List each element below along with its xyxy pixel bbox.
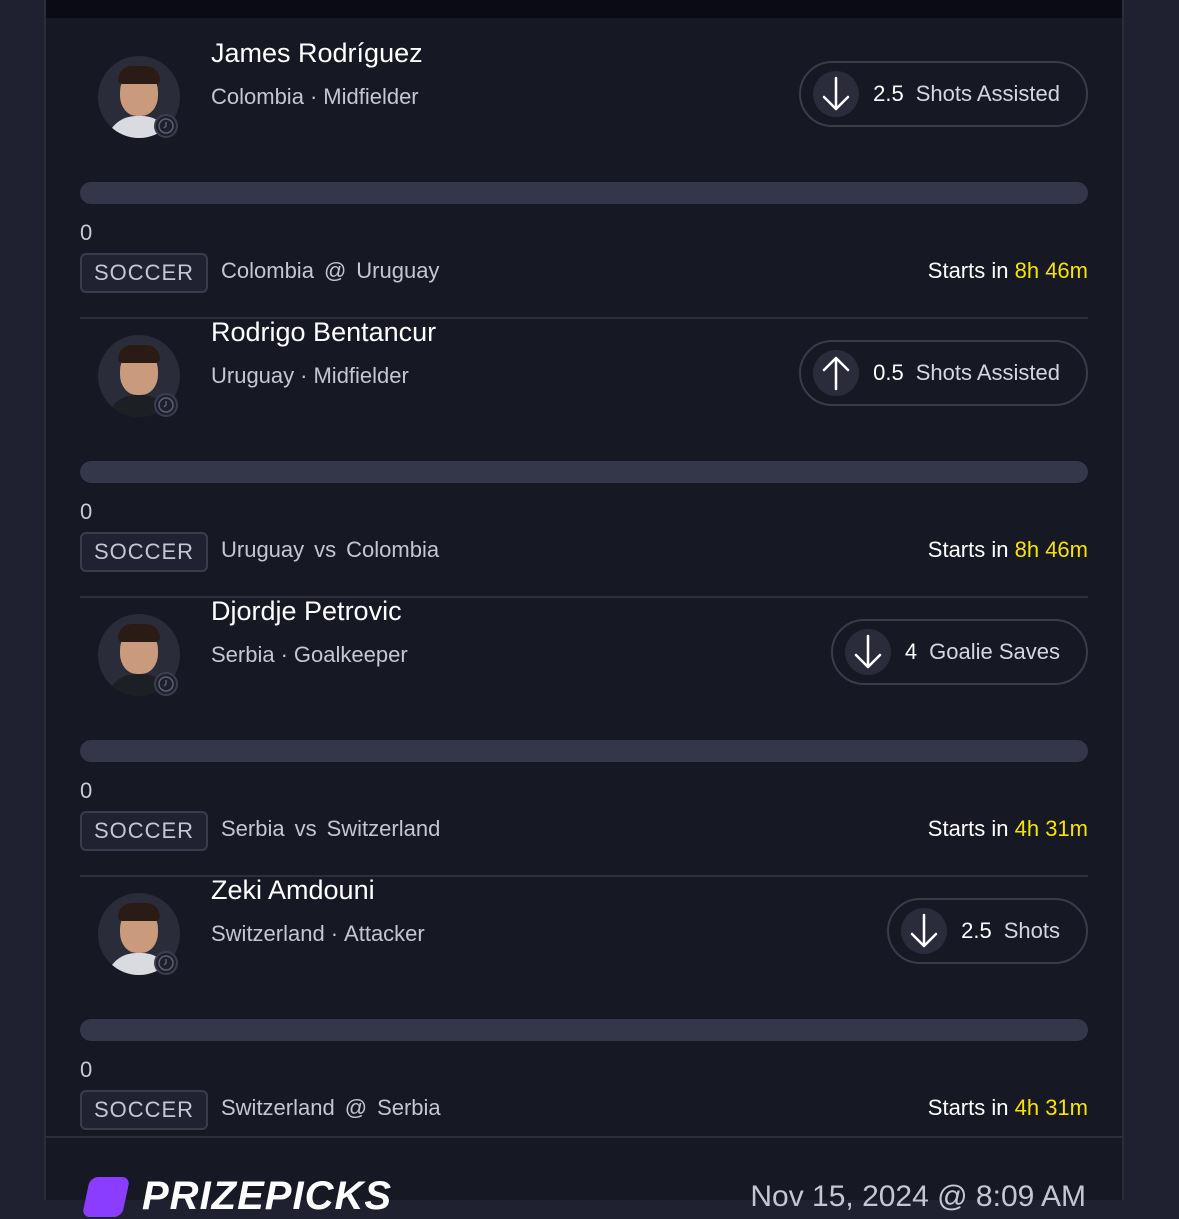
player-position: Midfielder	[323, 84, 419, 109]
projection-pill[interactable]: 4 Goalie Saves	[830, 619, 1088, 685]
progress-bar	[80, 182, 1088, 204]
player-meta: Uruguay · Midfielder	[211, 363, 409, 388]
projection-stat: Shots	[1003, 918, 1060, 943]
league-badge: SOCCER	[80, 253, 208, 293]
footer-divider	[46, 1136, 1122, 1138]
current-score: 0	[80, 220, 93, 245]
starts-label: Starts in	[927, 537, 1009, 562]
matchup-separator: @	[344, 1095, 368, 1120]
start-time: Starts in 8h 46m	[928, 537, 1088, 563]
starts-countdown: 8h 46m	[1014, 258, 1088, 283]
arrow-up-icon	[813, 350, 860, 396]
clock-icon	[154, 114, 178, 138]
player-team: Serbia	[211, 642, 275, 667]
matchup-separator: vs	[294, 816, 317, 841]
player-team: Colombia	[211, 84, 304, 109]
player-position: Midfielder	[313, 363, 409, 388]
timestamp: Nov 15, 2024 @ 8:09 AM	[750, 1180, 1086, 1213]
starts-countdown: 8h 46m	[1014, 537, 1088, 562]
start-time: Starts in 4h 31m	[928, 1095, 1088, 1121]
start-time: Starts in 8h 46m	[928, 258, 1088, 284]
current-score: 0	[80, 499, 93, 524]
matchup-separator: @	[323, 258, 347, 283]
starts-label: Starts in	[927, 1095, 1009, 1120]
starts-label: Starts in	[927, 258, 1009, 283]
matchup: Colombia @ Uruguay	[221, 258, 439, 284]
brand-wordmark: PRIZEPICKS	[142, 1174, 393, 1218]
prizepicks-logo-icon	[81, 1176, 131, 1217]
player-meta: Serbia · Goalkeeper	[211, 642, 408, 667]
progress-bar	[80, 1019, 1088, 1041]
projection-line: 0.5	[873, 360, 904, 385]
projection-line: 2.5	[873, 81, 904, 106]
player-avatar	[98, 56, 180, 138]
matchup: Uruguay vs Colombia	[221, 537, 439, 563]
arrow-down-icon	[844, 629, 891, 675]
starts-label: Starts in	[927, 816, 1009, 841]
projection-pill[interactable]: 2.5 Shots	[887, 898, 1088, 964]
projection-pill[interactable]: 0.5 Shots Assisted	[799, 340, 1088, 406]
away-team: Switzerland	[326, 816, 441, 841]
player-avatar	[98, 335, 180, 417]
progress-bar	[80, 461, 1088, 483]
lineup-panel: James Rodríguez Colombia · Midfielder 2.5 …	[44, 0, 1124, 1218]
starts-countdown: 4h 31m	[1014, 1095, 1088, 1120]
player-name: James Rodríguez	[211, 38, 423, 68]
brand-logo: PRIZEPICKS	[81, 1174, 393, 1219]
arrow-down-icon	[901, 908, 948, 954]
clock-icon	[154, 951, 178, 975]
pick-card[interactable]: Djordje Petrovic Serbia · Goalkeeper 4 Goa…	[80, 576, 1088, 877]
pick-card[interactable]: James Rodríguez Colombia · Midfielder 2.5 …	[80, 18, 1088, 319]
clock-icon	[154, 672, 178, 696]
player-avatar	[98, 614, 180, 696]
league-badge: SOCCER	[80, 532, 208, 572]
away-team: Serbia	[377, 1095, 441, 1120]
player-team: Switzerland	[211, 921, 325, 946]
league-badge: SOCCER	[80, 1090, 208, 1130]
player-name: Zeki Amdouni	[211, 875, 375, 905]
player-meta: Colombia · Midfielder	[211, 84, 419, 109]
player-position: Goalkeeper	[293, 642, 408, 667]
home-team: Switzerland	[221, 1095, 335, 1120]
home-team: Uruguay	[221, 537, 305, 562]
start-time: Starts in 4h 31m	[928, 816, 1088, 842]
league-badge: SOCCER	[80, 811, 208, 851]
projection-stat: Shots Assisted	[915, 81, 1060, 106]
player-name: Rodrigo Bentancur	[211, 317, 437, 347]
matchup: Switzerland @ Serbia	[221, 1095, 441, 1121]
pick-card[interactable]: Rodrigo Bentancur Uruguay · Midfielder 0.5…	[80, 297, 1088, 598]
projection-stat: Shots Assisted	[915, 360, 1060, 385]
top-bar	[46, 0, 1122, 18]
pick-card[interactable]: Zeki Amdouni Switzerland · Attacker 2.5 Sh…	[80, 855, 1088, 1134]
player-meta: Switzerland · Attacker	[211, 921, 425, 946]
projection-line: 4	[904, 639, 918, 664]
current-score: 0	[80, 778, 93, 803]
away-team: Uruguay	[356, 258, 440, 283]
player-avatar	[98, 893, 180, 975]
player-team: Uruguay	[211, 363, 295, 388]
home-team: Serbia	[221, 816, 285, 841]
arrow-down-icon	[813, 71, 860, 117]
away-team: Colombia	[346, 537, 440, 562]
starts-countdown: 4h 31m	[1014, 816, 1088, 841]
projection-line: 2.5	[961, 918, 992, 943]
current-score: 0	[80, 1057, 93, 1082]
matchup: Serbia vs Switzerland	[221, 816, 440, 842]
player-name: Djordje Petrovic	[211, 596, 402, 626]
progress-bar	[80, 740, 1088, 762]
clock-icon	[154, 393, 178, 417]
home-team: Colombia	[221, 258, 314, 283]
matchup-separator: vs	[314, 537, 337, 562]
projection-stat: Goalie Saves	[929, 639, 1060, 664]
player-position: Attacker	[344, 921, 425, 946]
projection-pill[interactable]: 2.5 Shots Assisted	[799, 61, 1088, 127]
